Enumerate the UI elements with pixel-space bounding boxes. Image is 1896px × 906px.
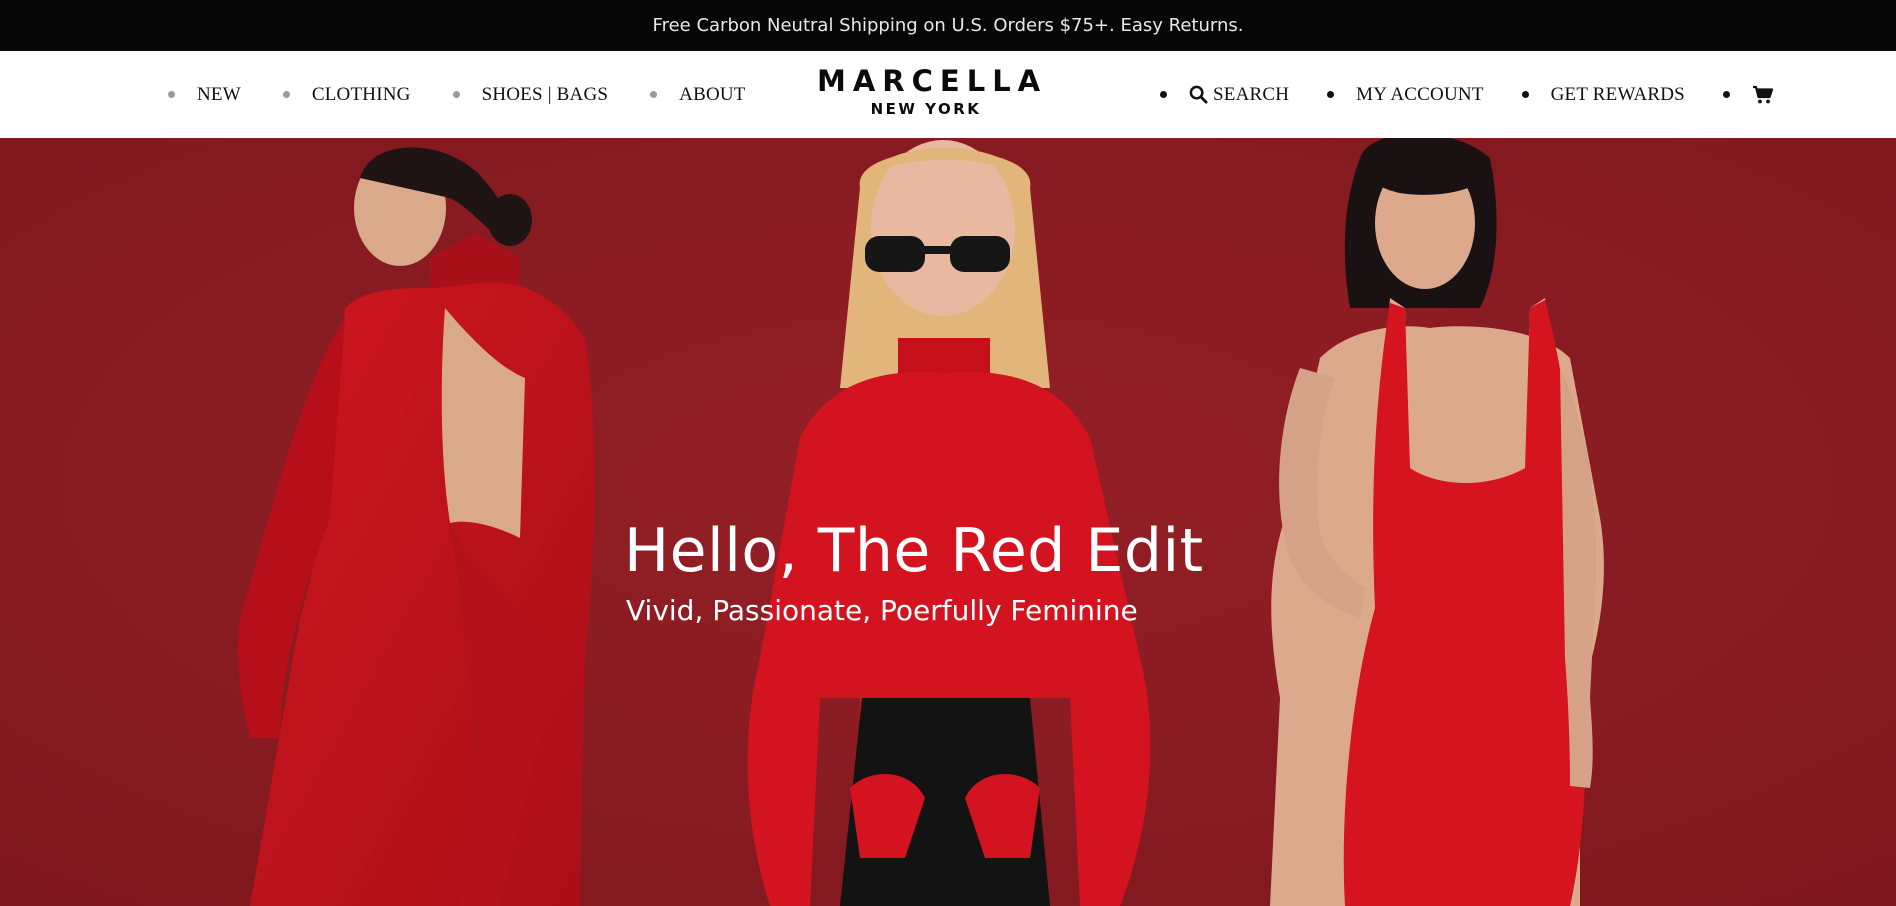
- search-icon: [1189, 85, 1208, 104]
- search-label: SEARCH: [1213, 83, 1290, 105]
- hero-subtitle: Vivid, Passionate, Poerfully Feminine: [626, 594, 1138, 627]
- my-account-label: MY ACCOUNT: [1356, 83, 1484, 105]
- my-account-link[interactable]: MY ACCOUNT: [1327, 84, 1483, 106]
- hero-title: Hello, The Red Edit: [624, 516, 1204, 586]
- nav-item-clothing[interactable]: CLOTHING: [282, 83, 411, 106]
- cart-button[interactable]: [1722, 85, 1774, 105]
- nav-item-label: SHOES | BAGS: [481, 83, 609, 105]
- bullet-icon: [1722, 91, 1730, 98]
- announcement-bar: Free Carbon Neutral Shipping on U.S. Ord…: [0, 0, 1896, 51]
- nav-item-label: ABOUT: [679, 83, 746, 105]
- bullet-icon: [650, 91, 658, 98]
- primary-nav: NEW CLOTHING SHOES | BAGS ABOUT: [168, 51, 788, 138]
- bullet-icon: [452, 91, 460, 98]
- nav-item-label: NEW: [197, 83, 241, 105]
- cart-icon: [1752, 85, 1774, 103]
- bullet-icon: [1521, 91, 1529, 98]
- hero-banner[interactable]: Hello, The Red Edit Vivid, Passionate, P…: [0, 138, 1896, 906]
- get-rewards-label: GET REWARDS: [1550, 83, 1685, 105]
- site-header: NEW CLOTHING SHOES | BAGS ABOUT MARCELLA…: [0, 51, 1896, 138]
- nav-item-about[interactable]: ABOUT: [650, 84, 745, 106]
- bullet-icon: [168, 91, 175, 98]
- get-rewards-link[interactable]: GET REWARDS: [1521, 83, 1685, 106]
- nav-item-shoes-bags[interactable]: SHOES | BAGS: [452, 83, 609, 106]
- utility-nav: SEARCH MY ACCOUNT GET REWARDS: [1160, 51, 1774, 138]
- bullet-icon: [282, 91, 290, 98]
- bullet-icon: [1327, 91, 1335, 98]
- bullet-icon: [1160, 91, 1167, 98]
- nav-item-new[interactable]: NEW: [168, 84, 241, 106]
- search-button[interactable]: SEARCH: [1160, 84, 1289, 106]
- brand-logo[interactable]: MARCELLA NEW YORK: [810, 65, 1042, 119]
- logo-subtitle: NEW YORK: [870, 100, 982, 118]
- nav-item-label: CLOTHING: [311, 83, 411, 105]
- announcement-text: Free Carbon Neutral Shipping on U.S. Ord…: [652, 15, 1244, 36]
- logo-wordmark: MARCELLA: [817, 64, 1048, 98]
